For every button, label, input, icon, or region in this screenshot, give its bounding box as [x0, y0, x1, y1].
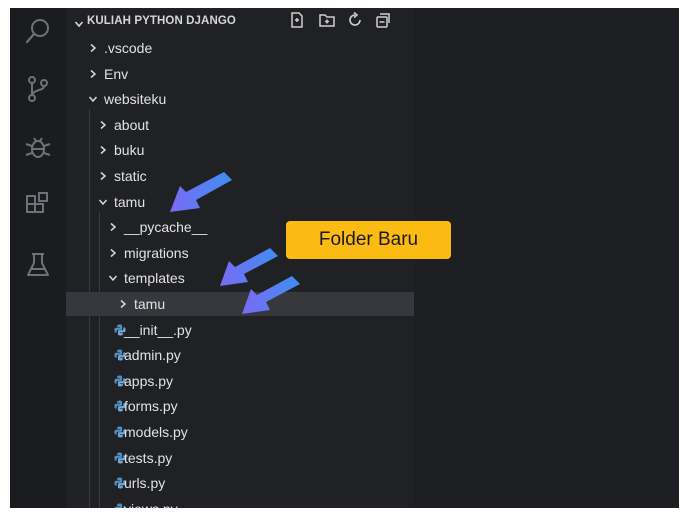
tree-item-label: Env: [104, 65, 129, 82]
chevron-right-icon: [98, 171, 108, 181]
tree-folder-row[interactable]: Env: [66, 62, 414, 86]
tree-item-label: .vscode: [104, 40, 153, 56]
tree-item-label: __pycache__: [124, 219, 208, 236]
new-folder-icon[interactable]: [318, 11, 336, 29]
tree-folder-row[interactable]: .vscode: [66, 36, 414, 60]
tree-item-label: tamu: [114, 193, 146, 210]
tree-file-row[interactable]: views.py: [66, 497, 414, 508]
tree-file-row[interactable]: forms.py: [66, 394, 414, 418]
testing-icon[interactable]: [23, 250, 53, 280]
refresh-icon[interactable]: [346, 11, 364, 29]
tree-file-row[interactable]: urls.py: [66, 471, 414, 495]
chevron-right-icon: [98, 120, 108, 130]
arrow-annotation-icon: [166, 166, 236, 218]
chevron-right-icon: [88, 69, 98, 79]
tree-file-row[interactable]: tests.py: [66, 446, 414, 470]
chevron-down-icon: [88, 94, 98, 104]
workspace-title: KULIAH PYTHON DJANGO: [87, 15, 236, 27]
tree-item-label: about: [114, 116, 150, 133]
tree-folder-row[interactable]: about: [66, 113, 414, 137]
vscode-window: KULIAH PYTHON DJANGO .vscode Env websiteku…: [10, 8, 679, 508]
editor-area: [414, 8, 679, 508]
explorer-section-header[interactable]: KULIAH PYTHON DJANGO: [66, 8, 414, 34]
tree-item-label: urls.py: [124, 475, 166, 492]
new-file-icon[interactable]: [288, 11, 306, 29]
chevron-down-icon: [98, 197, 108, 207]
activity-bar: [10, 8, 66, 508]
collapse-all-icon[interactable]: [374, 11, 392, 29]
tree-item-label: models.py: [124, 424, 188, 440]
chevron-right-icon: [98, 145, 108, 155]
tree-item-label: tamu: [134, 296, 166, 312]
tree-item-label: migrations: [124, 244, 189, 261]
arrow-annotation-icon: [238, 270, 308, 322]
tree-item-label: forms.py: [124, 398, 178, 415]
chevron-right-icon: [108, 222, 118, 232]
chevron-right-icon: [108, 248, 118, 258]
tree-item-label: tests.py: [124, 449, 173, 466]
tree-item-label: apps.py: [124, 372, 174, 389]
tree-item-label: admin.py: [124, 347, 181, 364]
folder-baru-callout: Folder Baru: [286, 221, 451, 259]
chevron-right-icon: [118, 299, 128, 309]
tree-file-row[interactable]: apps.py: [66, 369, 414, 393]
chevron-down-icon: [108, 273, 118, 283]
tree-folder-row[interactable]: static: [66, 164, 414, 188]
tree-item-label: __init__.py: [124, 321, 192, 338]
tree-folder-row[interactable]: websiteku: [66, 87, 414, 111]
chevron-right-icon: [88, 43, 98, 53]
tree-item-label: templates: [124, 270, 185, 287]
tree-file-row[interactable]: admin.py: [66, 343, 414, 367]
tree-item-label: views.py: [124, 501, 178, 508]
tree-item-label: websiteku: [104, 91, 167, 108]
chevron-down-icon: [74, 16, 84, 28]
tree-file-row[interactable]: models.py: [66, 420, 414, 444]
search-icon[interactable]: [23, 16, 53, 46]
debug-icon[interactable]: [23, 132, 53, 162]
tree-item-label: static: [114, 168, 147, 184]
source-control-icon[interactable]: [23, 74, 53, 104]
extensions-icon[interactable]: [23, 190, 53, 220]
tree-folder-row[interactable]: tamu: [66, 190, 414, 214]
tree-folder-row[interactable]: buku: [66, 138, 414, 162]
tree-item-label: buku: [114, 142, 145, 159]
